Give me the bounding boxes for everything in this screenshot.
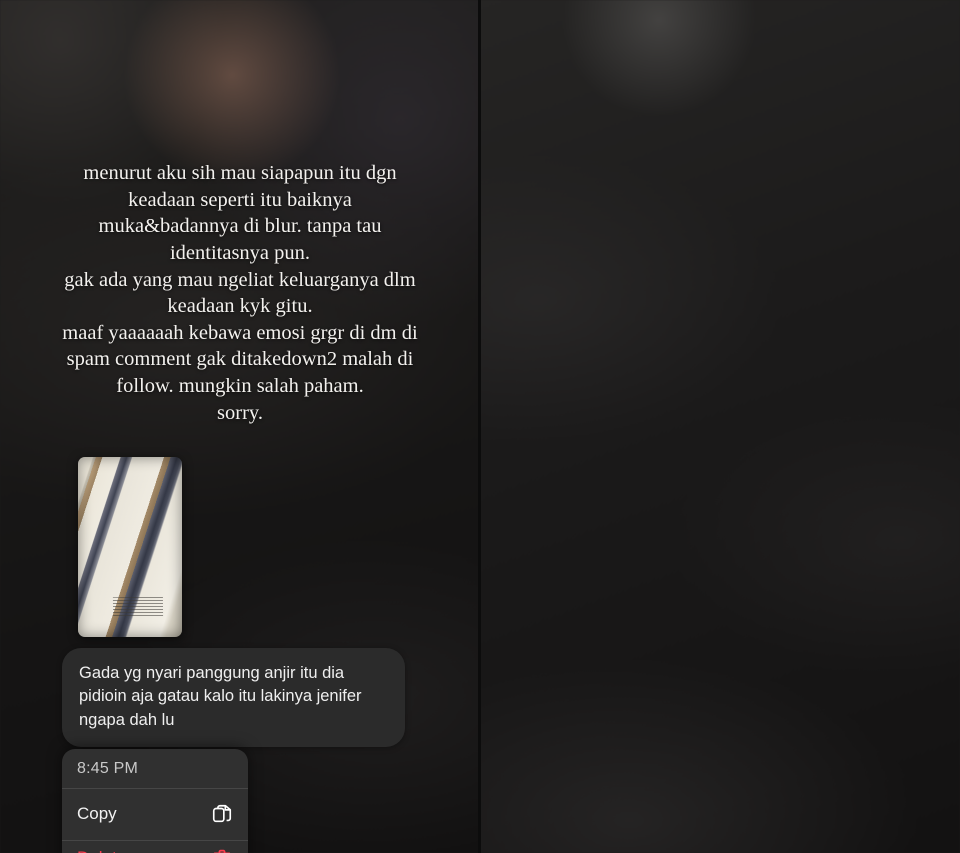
message-bubble[interactable]: Gada yg nyari panggung anjir itu dia pid… [62,648,405,748]
context-menu-item-delete[interactable]: Delete [62,841,248,853]
trash-icon [211,846,233,853]
message-timestamp: 8:45 PM [62,749,248,789]
thumbnail-vignette [78,457,182,637]
shared-photo-thumbnail[interactable] [78,457,182,637]
context-menu-item-label: Copy [77,804,117,823]
story-overlay-text: menurut aku sih mau siapapun itu dgn kea… [62,162,418,424]
context-menu[interactable]: 8:45 PM Copy Delete [62,749,248,853]
blurred-story-background [479,0,960,853]
message-bubble-text: Gada yg nyari panggung anjir itu dia pid… [79,664,362,729]
right-story-panel: bener mungkin aku asbun krn kesel banget… [479,0,960,853]
left-story-panel: menurut aku sih mau siapapun itu dgn kea… [0,0,479,853]
screenshot-collage: menurut aku sih mau siapapun itu dgn kea… [0,0,960,853]
context-menu-item-label: Delete [77,848,126,853]
panel-divider [478,0,481,853]
copy-icon [211,802,233,826]
context-menu-item-copy[interactable]: Copy [62,789,248,841]
